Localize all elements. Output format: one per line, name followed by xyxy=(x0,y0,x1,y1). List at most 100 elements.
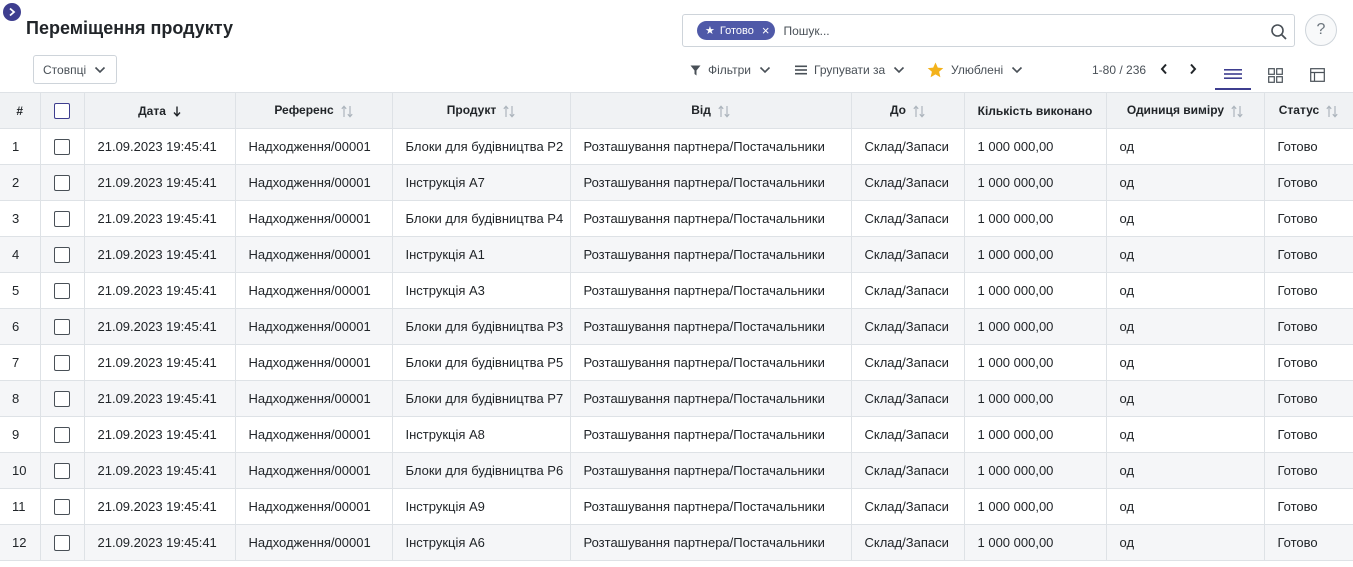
cell-reference: Надходження/00001 xyxy=(235,200,393,237)
table-row[interactable]: 8 21.09.2023 19:45:41 Надходження/00001 Бло… xyxy=(0,380,1353,417)
cell-product: Блоки для будівництва P7 xyxy=(392,380,571,417)
column-header-from[interactable]: Від xyxy=(570,92,852,129)
cell-product: Інструкція A6 xyxy=(392,524,571,561)
cell-date: 21.09.2023 19:45:41 xyxy=(84,164,236,201)
cell-date: 21.09.2023 19:45:41 xyxy=(84,488,236,525)
column-header-status[interactable]: Статус xyxy=(1264,92,1353,129)
menu-toggle-button[interactable] xyxy=(3,3,21,21)
row-checkbox[interactable] xyxy=(54,174,70,191)
select-all-cell[interactable] xyxy=(40,92,85,129)
cell-uom: од xyxy=(1106,416,1265,453)
kanban-view-button[interactable] xyxy=(1257,60,1293,90)
row-checkbox[interactable] xyxy=(54,534,70,551)
pivot-view-button[interactable] xyxy=(1299,60,1335,90)
column-header-product[interactable]: Продукт xyxy=(392,92,571,129)
cell-to: Склад/Запаси xyxy=(851,272,965,309)
row-select-cell[interactable] xyxy=(40,488,85,525)
row-checkbox[interactable] xyxy=(54,498,70,515)
cell-from: Розташування партнера/Постачальники xyxy=(570,164,852,201)
list-view-icon xyxy=(1224,69,1242,79)
close-icon[interactable]: × xyxy=(762,23,770,38)
cell-from: Розташування партнера/Постачальники xyxy=(570,200,852,237)
table-row[interactable]: 1 21.09.2023 19:45:41 Надходження/00001 Бло… xyxy=(0,128,1353,165)
cell-qty: 1 000 000,00 xyxy=(964,236,1107,273)
pager-value[interactable]: 1-80 / 236 xyxy=(1092,63,1146,77)
table-row[interactable]: 9 21.09.2023 19:45:41 Надходження/00001 Інс… xyxy=(0,416,1353,453)
table-row[interactable]: 4 21.09.2023 19:45:41 Надходження/00001 Інс… xyxy=(0,236,1353,273)
filter-icon xyxy=(690,65,701,75)
column-header-date[interactable]: Дата xyxy=(84,92,236,129)
row-number: 9 xyxy=(0,416,41,453)
table-row[interactable]: 12 21.09.2023 19:45:41 Надходження/00001 Ін… xyxy=(0,524,1353,561)
search-bar[interactable]: ★ Готово × xyxy=(682,14,1295,47)
cell-uom: од xyxy=(1106,308,1265,345)
cell-status: Готово xyxy=(1264,200,1353,237)
cell-uom: од xyxy=(1106,452,1265,489)
row-checkbox[interactable] xyxy=(54,390,70,407)
cell-reference: Надходження/00001 xyxy=(235,488,393,525)
row-select-cell[interactable] xyxy=(40,272,85,309)
table-row[interactable]: 2 21.09.2023 19:45:41 Надходження/00001 Інс… xyxy=(0,164,1353,201)
filters-dropdown[interactable]: Фільтри xyxy=(690,61,771,79)
row-select-cell[interactable] xyxy=(40,200,85,237)
table-row[interactable]: 6 21.09.2023 19:45:41 Надходження/00001 Бло… xyxy=(0,308,1353,345)
list-view-button[interactable] xyxy=(1215,60,1251,90)
row-select-cell[interactable] xyxy=(40,236,85,273)
row-checkbox[interactable] xyxy=(54,282,70,299)
row-number: 11 xyxy=(0,488,41,525)
group-by-label: Групувати за xyxy=(814,63,886,77)
star-icon xyxy=(927,62,944,78)
column-header-uom[interactable]: Одиниця виміру xyxy=(1106,92,1265,129)
chevron-down-icon xyxy=(894,66,905,74)
from-header-label: Від xyxy=(691,103,711,118)
cell-status: Готово xyxy=(1264,488,1353,525)
column-header-to[interactable]: До xyxy=(851,92,965,129)
search-icon[interactable] xyxy=(1270,23,1288,41)
row-checkbox[interactable] xyxy=(54,246,70,263)
row-select-cell[interactable] xyxy=(40,416,85,453)
cell-date: 21.09.2023 19:45:41 xyxy=(84,524,236,561)
row-checkbox[interactable] xyxy=(54,462,70,479)
page-title: Переміщення продукту xyxy=(26,18,234,38)
cell-product: Блоки для будівництва P2 xyxy=(392,128,571,165)
row-select-cell[interactable] xyxy=(40,344,85,381)
columns-dropdown-button[interactable]: Стовпці xyxy=(33,55,117,84)
stock-moves-table: # Дата Референс Продукт Від До Кількість… xyxy=(0,92,1353,561)
column-header-reference[interactable]: Референс xyxy=(235,92,393,129)
table-row[interactable]: 3 21.09.2023 19:45:41 Надходження/00001 Бло… xyxy=(0,200,1353,237)
table-row[interactable]: 10 21.09.2023 19:45:41 Надходження/00001 Бл… xyxy=(0,452,1353,489)
cell-to: Склад/Запаси xyxy=(851,308,965,345)
cell-reference: Надходження/00001 xyxy=(235,344,393,381)
row-select-cell[interactable] xyxy=(40,308,85,345)
select-all-checkbox[interactable] xyxy=(54,102,70,119)
table-row[interactable]: 11 21.09.2023 19:45:41 Надходження/00001 Ін… xyxy=(0,488,1353,525)
column-header-quantity[interactable]: Кількість виконано xyxy=(964,92,1107,129)
row-checkbox[interactable] xyxy=(54,354,70,371)
search-input[interactable] xyxy=(783,23,1244,38)
row-number: 8 xyxy=(0,380,41,417)
group-by-dropdown[interactable]: Групувати за xyxy=(795,61,905,79)
row-select-cell[interactable] xyxy=(40,164,85,201)
table-row[interactable]: 5 21.09.2023 19:45:41 Надходження/00001 Інс… xyxy=(0,272,1353,309)
row-select-cell[interactable] xyxy=(40,452,85,489)
table-header-row: # Дата Референс Продукт Від До Кількість… xyxy=(0,92,1353,129)
row-checkbox[interactable] xyxy=(54,426,70,443)
cell-to: Склад/Запаси xyxy=(851,128,965,165)
row-checkbox[interactable] xyxy=(54,318,70,335)
cell-to: Склад/Запаси xyxy=(851,200,965,237)
row-select-cell[interactable] xyxy=(40,380,85,417)
chevron-down-icon xyxy=(95,66,106,73)
pager-next-button[interactable] xyxy=(1186,61,1200,77)
help-button[interactable]: ? xyxy=(1305,14,1337,46)
cell-date: 21.09.2023 19:45:41 xyxy=(84,128,236,165)
pager-previous-button[interactable] xyxy=(1157,61,1171,77)
chevron-down-icon xyxy=(1012,66,1023,74)
table-row[interactable]: 7 21.09.2023 19:45:41 Надходження/00001 Бло… xyxy=(0,344,1353,381)
search-facet-label: Готово xyxy=(719,24,754,37)
favorites-dropdown[interactable]: Улюблені xyxy=(927,61,1023,79)
row-checkbox[interactable] xyxy=(54,210,70,227)
row-checkbox[interactable] xyxy=(54,138,70,155)
row-select-cell[interactable] xyxy=(40,128,85,165)
row-select-cell[interactable] xyxy=(40,524,85,561)
cell-to: Склад/Запаси xyxy=(851,236,965,273)
